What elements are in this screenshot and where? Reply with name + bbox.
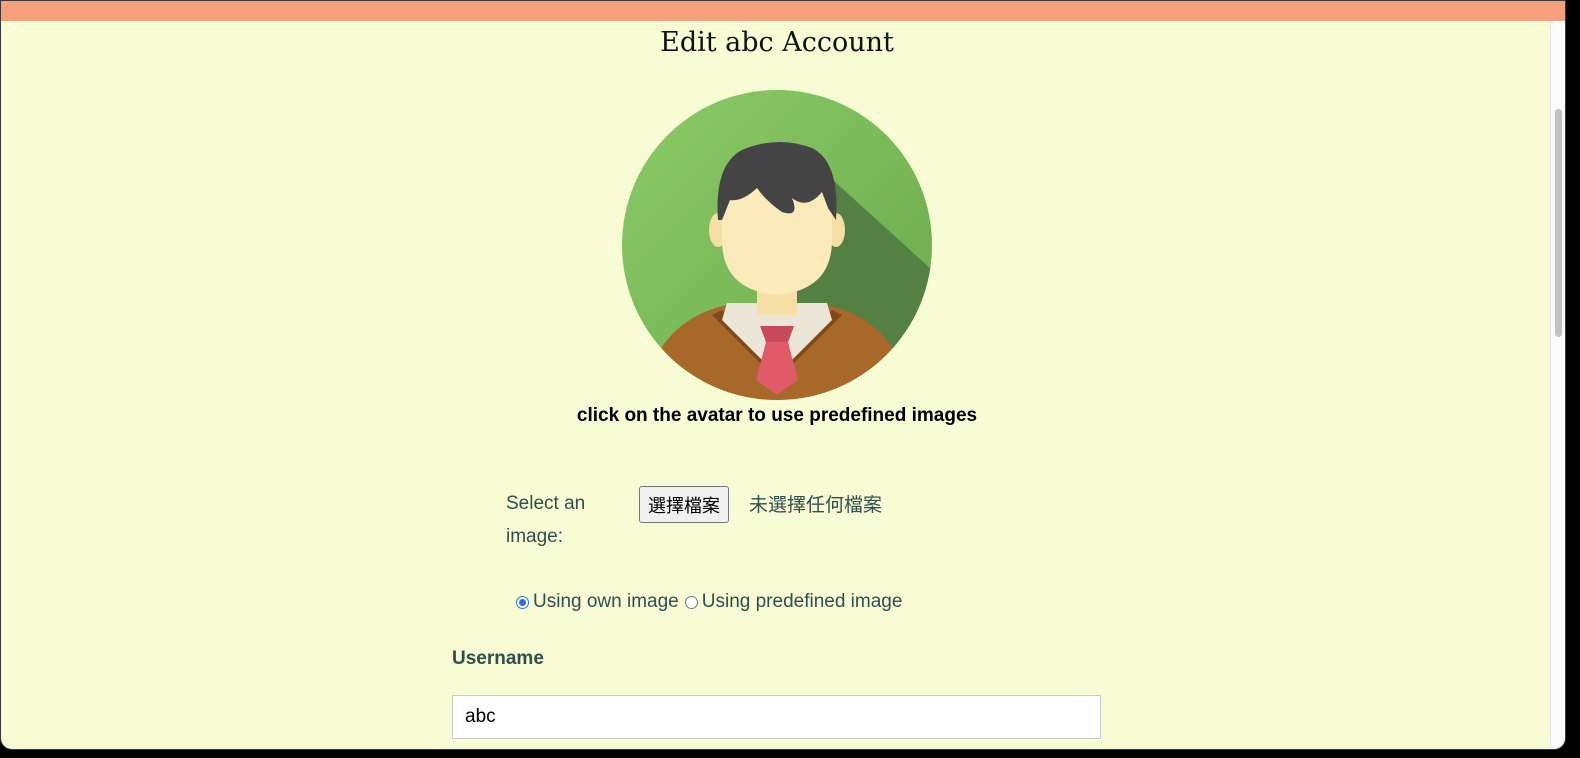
page-title: Edit abc Account xyxy=(660,27,894,58)
own-image-label[interactable]: Using own image xyxy=(533,591,679,613)
predefined-image-label[interactable]: Using predefined image xyxy=(702,591,903,613)
avatar-hint-text: click on the avatar to use predefined im… xyxy=(576,405,978,426)
username-label: Username xyxy=(452,648,544,669)
user-avatar-icon[interactable] xyxy=(622,90,932,400)
scrollbar-thumb[interactable] xyxy=(1555,109,1562,337)
image-source-radio-group: Using own image Using predefined image xyxy=(516,591,908,613)
choose-file-button[interactable]: 選擇檔案 xyxy=(639,486,729,523)
header-bar xyxy=(1,1,1565,21)
browser-viewport: Edit abc Account click on the avatar to … xyxy=(0,0,1566,750)
file-status-text: 未選擇任何檔案 xyxy=(749,494,883,516)
select-image-label: Select an image: xyxy=(506,493,586,547)
username-input[interactable] xyxy=(452,695,1101,739)
predefined-image-radio[interactable] xyxy=(684,595,698,609)
own-image-radio[interactable] xyxy=(516,595,529,609)
